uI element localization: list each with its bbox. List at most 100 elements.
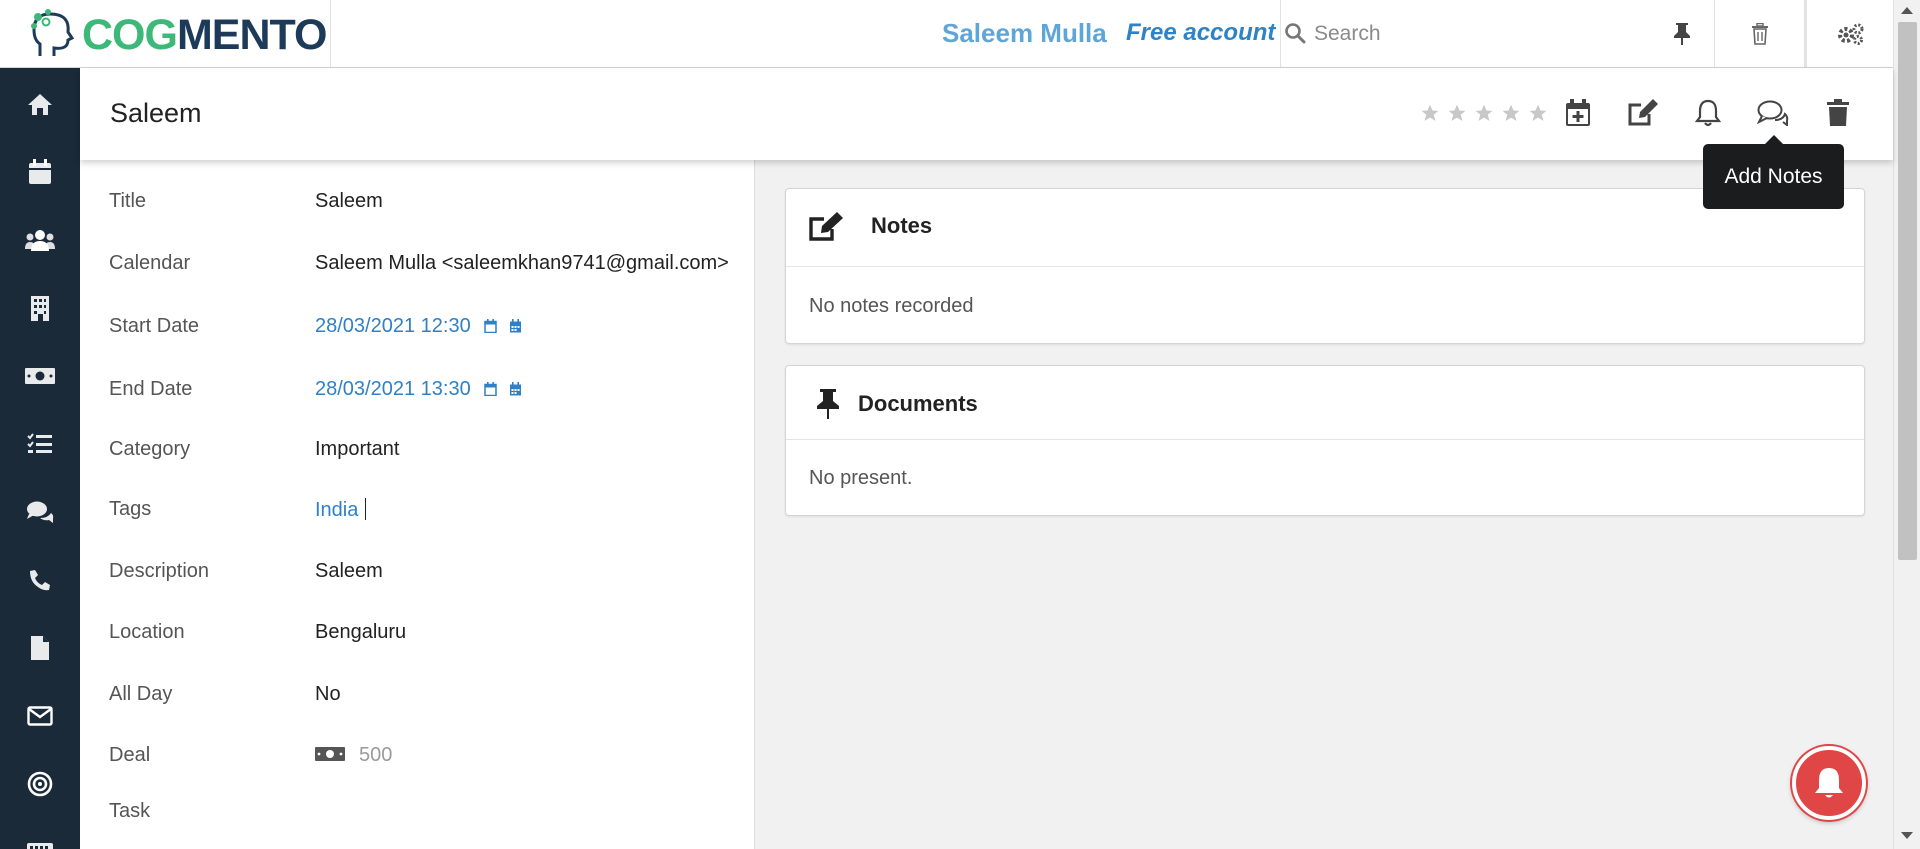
sidebar-item-companies[interactable]	[0, 276, 80, 340]
user-name: Saleem Mulla	[942, 18, 1107, 48]
sidebar-item-documents[interactable]	[0, 616, 80, 680]
field-label: All Day	[109, 683, 173, 705]
field-label: Calendar	[109, 252, 191, 274]
scroll-thumb[interactable]	[1898, 22, 1917, 560]
calendar-plus-icon	[1566, 99, 1590, 126]
comments-outline-icon	[1757, 100, 1789, 126]
top-header: COGMENTO Saleem Mulla Free account	[0, 0, 1893, 68]
field-label: End Date	[109, 378, 193, 400]
field-value: No	[315, 683, 341, 705]
tag-india[interactable]: India	[315, 498, 367, 522]
money-icon	[315, 747, 345, 761]
field-value: Saleem	[315, 190, 383, 212]
sidebar-item-calendar[interactable]	[0, 140, 80, 204]
trash-icon	[1827, 99, 1849, 126]
notes-card: Notes No notes recorded	[785, 188, 1865, 344]
notes-title: Notes	[871, 213, 933, 238]
sidebar-item-campaigns[interactable]	[0, 752, 80, 816]
sidebar-item-home[interactable]	[0, 72, 80, 136]
search-icon	[1285, 23, 1306, 44]
edit-button[interactable]	[1623, 93, 1663, 133]
record-title-bar: Saleem	[80, 68, 1893, 160]
logo-wordmark: COGMENTO	[82, 11, 327, 59]
tooltip-text: Add Notes	[1724, 164, 1823, 188]
calendar-icon	[484, 382, 498, 397]
sidebar-item-calls[interactable]	[0, 548, 80, 612]
field-value: Saleem	[315, 560, 383, 582]
star-icon[interactable]	[1447, 103, 1467, 123]
end-date-value[interactable]: 28/03/2021 13:30	[315, 378, 522, 401]
account-type: Free account	[1126, 19, 1276, 46]
add-notes-tooltip: Add Notes	[1703, 135, 1844, 209]
bell-icon	[1695, 99, 1721, 127]
keyboard-icon	[27, 843, 53, 849]
brain-logo-icon	[31, 9, 75, 56]
sidebar-item-deals[interactable]	[0, 344, 80, 408]
logo-text-cog: COG	[82, 11, 178, 59]
notification-button[interactable]	[1792, 746, 1866, 820]
star-icon[interactable]	[1474, 103, 1494, 123]
page-title: Saleem	[110, 98, 202, 128]
pin-button[interactable]	[1650, 0, 1714, 67]
calendar-filled-icon	[509, 319, 521, 333]
main-content: Saleem Title Saleem Calendar Saleem Mull…	[80, 68, 1893, 849]
scroll-up-arrow[interactable]	[1901, 7, 1913, 14]
star-icon[interactable]	[1528, 103, 1548, 123]
pin-icon	[817, 389, 839, 419]
home-icon	[28, 94, 52, 115]
trash-button[interactable]	[1714, 0, 1804, 67]
add-notes-button[interactable]	[1753, 93, 1793, 133]
start-date-text: 28/03/2021 12:30	[315, 315, 471, 337]
sidebar	[0, 68, 80, 849]
logo-text-mento: MENTO	[176, 11, 327, 59]
sidebar-item-cases[interactable]	[0, 480, 80, 544]
field-value: Important	[315, 438, 400, 460]
reminder-button[interactable]	[1688, 93, 1728, 133]
star-icon[interactable]	[1501, 103, 1521, 123]
calendar-icon	[29, 159, 51, 184]
search-input[interactable]	[1314, 17, 1674, 51]
field-label: Description	[109, 560, 210, 582]
app-logo[interactable]: COGMENTO	[0, 0, 331, 67]
rating-stars[interactable]	[1420, 103, 1548, 123]
deal-amount: 500	[359, 744, 393, 766]
sidebar-item-forms[interactable]	[0, 820, 80, 849]
end-date-text: 28/03/2021 13:30	[315, 378, 471, 400]
calendar-icon	[484, 319, 498, 334]
scroll-down-arrow[interactable]	[1901, 832, 1913, 839]
bell-icon	[1815, 768, 1843, 798]
search-box	[1280, 0, 1710, 67]
field-label: Category	[109, 438, 191, 460]
mail-icon	[27, 706, 53, 726]
settings-button[interactable]	[1804, 0, 1893, 67]
notes-empty-text: No notes recorded	[809, 295, 974, 317]
documents-card-header: Documents	[786, 366, 1864, 440]
deal-value[interactable]: 500	[315, 744, 392, 767]
details-panel: Title Saleem Calendar Saleem Mulla <sale…	[80, 160, 755, 849]
users-icon	[25, 230, 55, 251]
field-label: Tags	[109, 498, 152, 520]
sidebar-item-tasks[interactable]	[0, 412, 80, 476]
money-icon	[25, 368, 55, 384]
target-icon	[27, 771, 53, 797]
edit-icon	[1628, 99, 1658, 126]
pin-icon	[1674, 22, 1690, 45]
sidebar-item-contacts[interactable]	[0, 208, 80, 272]
field-label: Start Date	[109, 315, 200, 337]
delete-button[interactable]	[1818, 93, 1858, 133]
sidebar-item-email[interactable]	[0, 684, 80, 748]
page-scrollbar[interactable]	[1893, 0, 1920, 849]
field-value: Saleem Mulla <saleemkhan9741@gmail.com>	[315, 252, 729, 274]
field-label: Deal	[109, 744, 151, 766]
tasks-icon	[27, 433, 52, 453]
start-date-value[interactable]: 28/03/2021 12:30	[315, 315, 522, 338]
documents-card: Documents No present.	[785, 365, 1865, 516]
documents-title: Documents	[858, 391, 978, 416]
add-to-calendar-button[interactable]	[1558, 93, 1598, 133]
field-label: Location	[109, 621, 185, 643]
file-icon	[31, 636, 49, 660]
settings-icon	[1838, 23, 1864, 45]
field-label: Task	[109, 800, 151, 822]
field-value: Bengaluru	[315, 621, 407, 643]
star-icon[interactable]	[1420, 103, 1440, 123]
